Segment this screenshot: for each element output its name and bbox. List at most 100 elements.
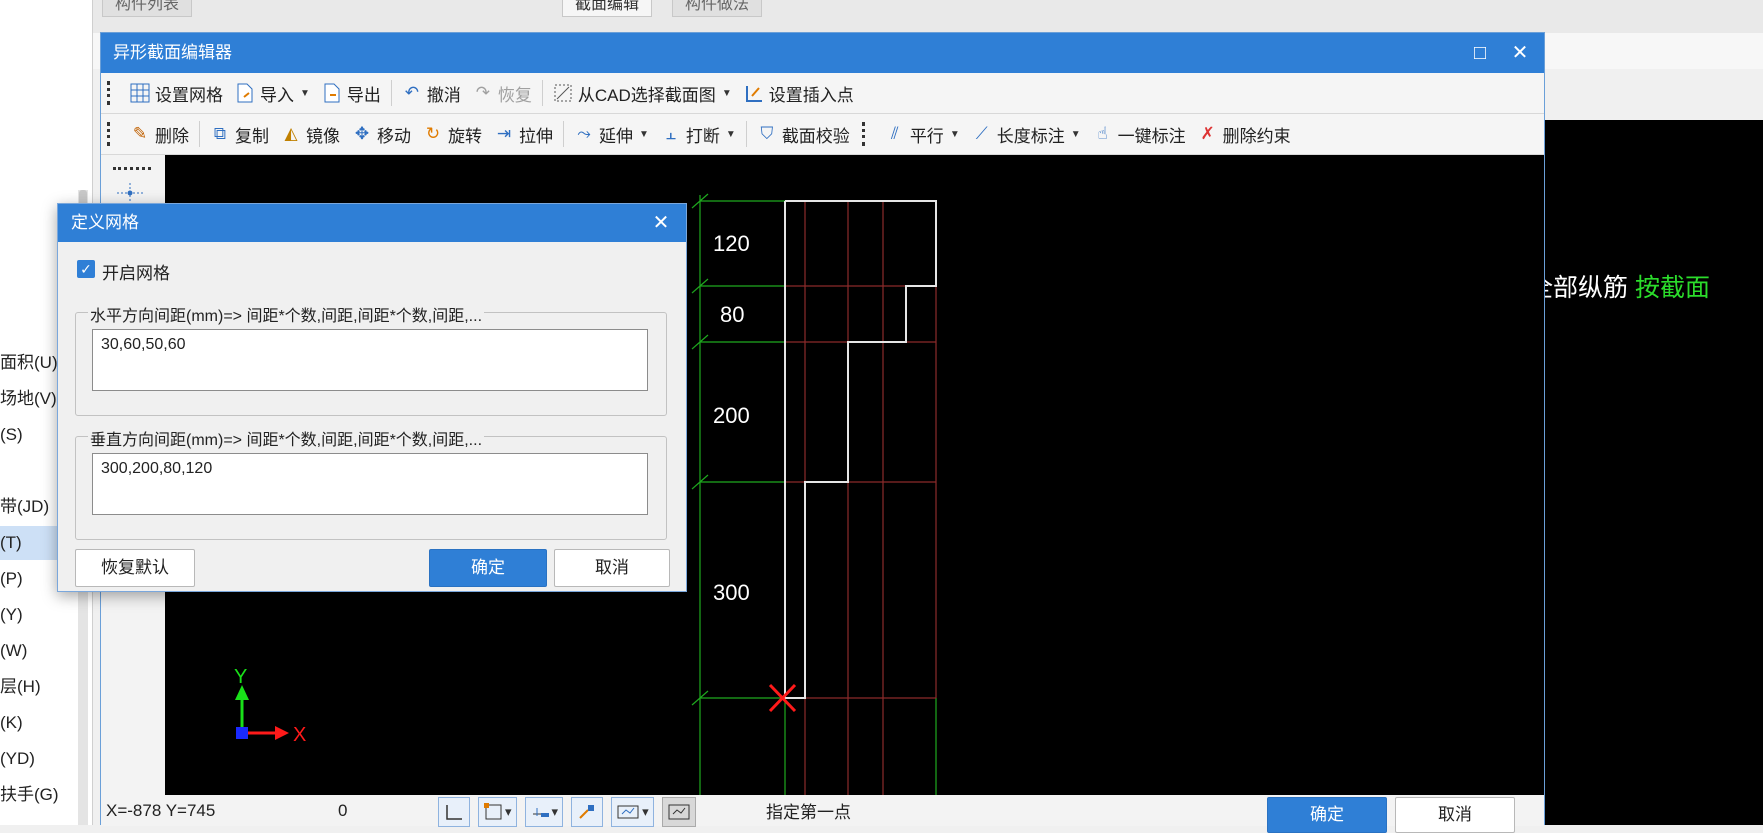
status-value: 0 xyxy=(338,800,348,820)
break-label: 打断 xyxy=(685,126,720,146)
editor-cancel-button[interactable]: 取消 xyxy=(1395,797,1515,833)
delete-constraint-label: 删除约束 xyxy=(1222,126,1291,146)
dialog-cancel-button[interactable]: 取消 xyxy=(554,549,670,587)
pin-toggle[interactable] xyxy=(571,797,604,827)
cad-section-icon xyxy=(553,83,573,103)
dim-label: 300 xyxy=(713,580,750,605)
mirror-icon: ◭ xyxy=(284,124,298,143)
point-tool-icon[interactable] xyxy=(117,183,143,203)
vertical-spacing-input[interactable]: 300,200,80,120 xyxy=(92,453,648,515)
redo-icon: ↷ xyxy=(475,83,491,102)
stretch-button[interactable]: ⇥ 拉伸 xyxy=(488,118,559,150)
stretch-icon: ⇥ xyxy=(496,124,512,143)
undo-button[interactable]: ↶ 撤消 xyxy=(396,77,467,109)
tree-item[interactable]: 扶手(G) xyxy=(0,778,78,812)
enable-grid-checkbox[interactable]: ✓ xyxy=(77,260,95,278)
mirror-button[interactable]: ◭ 镜像 xyxy=(275,118,346,150)
set-insert-point-label: 设置插入点 xyxy=(768,85,854,105)
import-button[interactable]: 导入 ▼ xyxy=(229,77,316,109)
tab-component-method[interactable]: 构件做法 xyxy=(672,0,763,17)
break-icon: ⫠ xyxy=(665,124,677,143)
copy-button[interactable]: ⧉ 复制 xyxy=(204,118,275,150)
one-key-dimension-label: 一键标注 xyxy=(1117,126,1186,146)
dialog-close-button[interactable]: ✕ xyxy=(646,204,676,242)
parallel-button[interactable]: ⫽ 平行 ▼ xyxy=(879,118,966,150)
parallel-icon: ⫽ xyxy=(891,124,899,143)
snap-tools: ▾ ▾ ▾ xyxy=(438,797,704,827)
delete-constraint-icon: ✗ xyxy=(1200,124,1215,143)
undo-label: 撤消 xyxy=(426,85,461,105)
toolbar-separator xyxy=(745,121,747,147)
dropdown-arrow-icon: ▼ xyxy=(949,128,960,140)
import-label: 导入 xyxy=(260,85,294,105)
tree-item[interactable]: (Y) xyxy=(0,598,78,632)
extend-button[interactable]: ⤳ 延伸 ▼ xyxy=(568,118,655,150)
toolbar-separator xyxy=(563,121,564,147)
horizontal-spacing-group: 水平方向间距(mm)=> 间距*个数,间距,间距*个数,间距,... 30,60… xyxy=(75,302,667,416)
copy-icon: ⧉ xyxy=(213,124,227,143)
extend-label: 延伸 xyxy=(599,126,633,146)
delete-constraint-button[interactable]: ✗ 删除约束 xyxy=(1192,118,1297,150)
tree-item[interactable]: (K) xyxy=(0,706,78,740)
background-text-green: 按截面 xyxy=(1634,274,1710,302)
dialog-ok-button[interactable]: 确定 xyxy=(429,549,547,587)
dropdown-arrow-icon: ▼ xyxy=(721,87,732,99)
dropdown-arrow-icon: ▼ xyxy=(300,87,310,99)
editor-title-bar: 异形截面编辑器 □ ✕ xyxy=(101,33,1544,73)
tab-section-edit[interactable]: 截面编辑 xyxy=(562,0,653,17)
editor-toolbar-1: 设置网格 导入 ▼ 导出 ↶ 撤消 ↷ 恢复 从CAD选择截面图 ▼ 设置插入点 xyxy=(101,73,1544,114)
offset-dropdown[interactable]: ▾ xyxy=(524,797,564,827)
toolbar-grip[interactable] xyxy=(861,122,873,146)
grid-icon xyxy=(130,83,150,103)
set-grid-button[interactable]: 设置网格 xyxy=(124,77,229,109)
editor-status-bar: X=-878 Y=745 0 ▾ ▾ ▾ 指定第一点 确定 取消 xyxy=(101,795,1544,833)
tab-component-list[interactable]: 构件列表 xyxy=(102,0,193,17)
rotate-button[interactable]: ↻ 旋转 xyxy=(417,118,488,150)
maximize-button[interactable]: □ xyxy=(1460,33,1500,73)
tree-item[interactable]: (YD) xyxy=(0,742,78,776)
length-dim-icon: ⟋ xyxy=(975,124,988,143)
break-button[interactable]: ⫠ 打断 ▼ xyxy=(655,118,742,150)
export-button[interactable]: 导出 xyxy=(316,77,387,109)
dim-label: 120 xyxy=(713,231,750,256)
tree-item[interactable]: 层(H) xyxy=(0,670,78,704)
tree-item[interactable]: (W) xyxy=(0,634,78,668)
toolbar-separator xyxy=(541,80,543,106)
delete-button[interactable]: ✎ 删除 xyxy=(124,118,195,150)
insert-point-icon xyxy=(744,83,764,103)
move-label: 移动 xyxy=(377,126,411,146)
rotate-label: 旋转 xyxy=(448,126,482,146)
close-button[interactable]: ✕ xyxy=(1500,33,1540,73)
dropdown-arrow-icon: ▼ xyxy=(639,128,649,140)
toolbar-grip[interactable] xyxy=(107,81,118,105)
toolbar-grip[interactable] xyxy=(107,122,118,146)
section-verify-button[interactable]: ⛉ 截面校验 xyxy=(751,118,856,150)
set-grid-label: 设置网格 xyxy=(155,85,223,105)
editor-ok-button[interactable]: 确定 xyxy=(1267,797,1387,833)
enable-grid-label: 开启网格 xyxy=(102,264,170,283)
horizontal-spacing-input[interactable]: 30,60,50,60 xyxy=(92,329,648,391)
background-tab-bar: 构件列表 截面编辑 构件做法 xyxy=(92,0,1763,34)
snap-mode-dropdown[interactable]: ▾ xyxy=(478,797,517,827)
axis-indicator-icon: Y X xyxy=(234,666,306,746)
cad-select-button[interactable]: 从CAD选择截面图 ▼ xyxy=(547,77,738,109)
command-prompt: 指定第一点 xyxy=(766,803,851,822)
display-dropdown[interactable]: ▾ xyxy=(611,797,654,827)
vertical-spacing-group: 垂直方向间距(mm)=> 间距*个数,间距,间距*个数,间距,... 300,2… xyxy=(75,426,667,540)
prompt-toggle[interactable] xyxy=(661,797,696,827)
move-button[interactable]: ✥ 移动 xyxy=(346,118,417,150)
section-verify-label: 截面校验 xyxy=(781,126,850,146)
dropdown-arrow-icon: ▼ xyxy=(725,128,736,140)
dropdown-arrow-icon: ▾ xyxy=(642,804,649,819)
ortho-toggle[interactable] xyxy=(438,797,470,827)
one-key-dimension-button[interactable]: ☝ 一键标注 xyxy=(1087,118,1192,150)
toolbar-grip[interactable] xyxy=(113,167,151,170)
extend-icon: ⤳ xyxy=(577,124,591,143)
restore-default-button[interactable]: 恢复默认 xyxy=(75,549,195,587)
axis-x-label: X xyxy=(293,724,306,746)
redo-button[interactable]: ↷ 恢复 xyxy=(467,77,538,109)
set-insert-point-button[interactable]: 设置插入点 xyxy=(738,77,860,109)
copy-label: 复制 xyxy=(235,126,269,146)
dialog-title: 定义网格 xyxy=(71,213,139,232)
length-dimension-button[interactable]: ⟋ 长度标注 ▼ xyxy=(966,118,1087,150)
